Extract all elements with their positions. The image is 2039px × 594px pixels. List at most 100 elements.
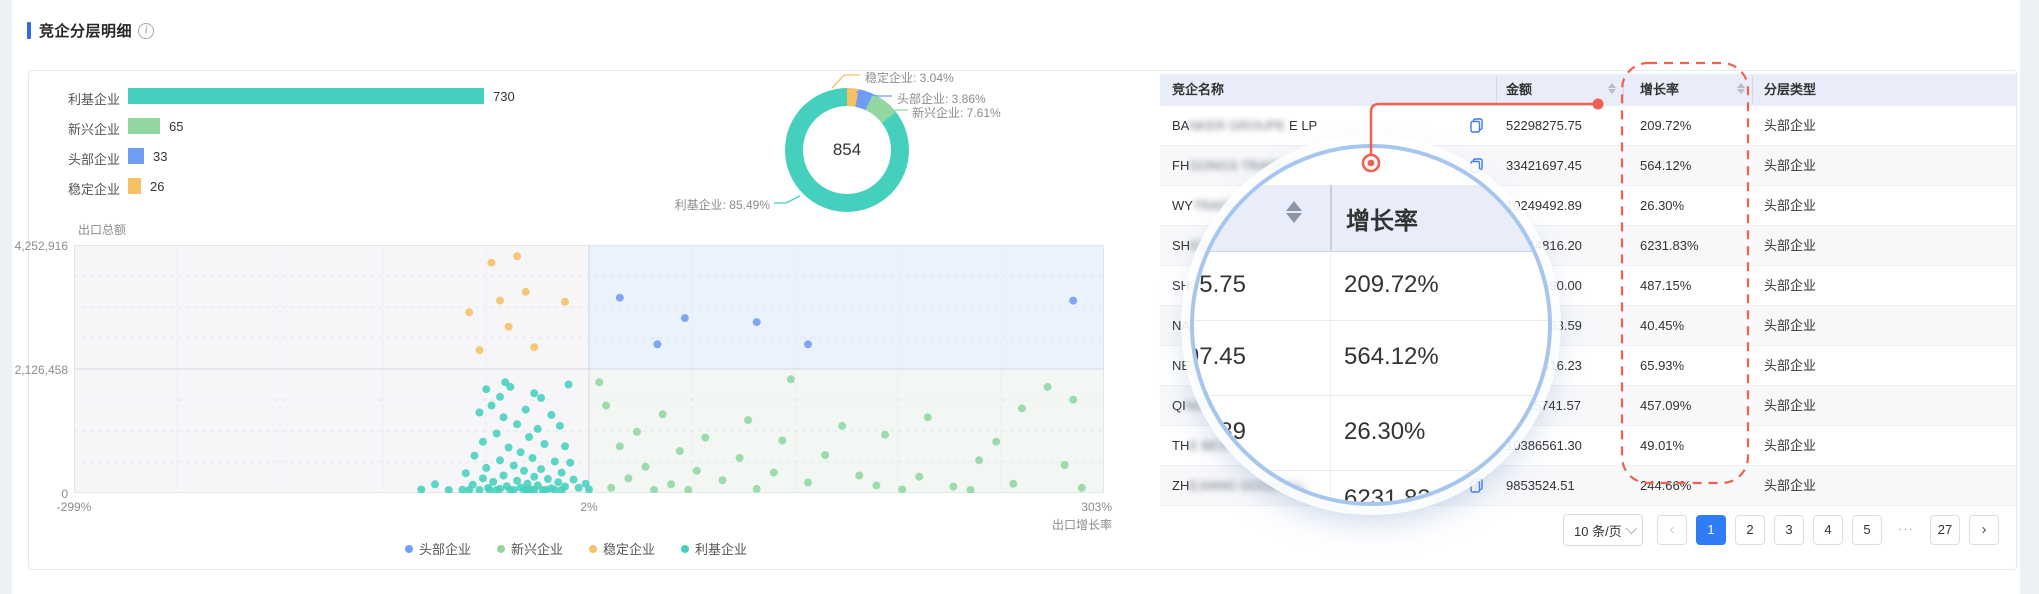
- page-title: 竞企分层明细: [39, 23, 133, 40]
- column-header[interactable]: 增长率: [1640, 74, 1679, 106]
- scatter-point: [632, 427, 641, 436]
- scatter-point: [461, 469, 470, 478]
- bar-category-label: 头部企业: [67, 152, 120, 167]
- cell-tier-type: 头部企业: [1764, 358, 1817, 373]
- table-header: 竞企名称 金额 增长率 分层类型: [1160, 74, 2016, 106]
- name-text: FH: [1172, 158, 1190, 173]
- legend-item[interactable]: 利基企业: [681, 539, 747, 558]
- lens-sort-icon: [1286, 201, 1302, 223]
- cell-growth: 26.30%: [1640, 198, 1685, 213]
- lens-amount-value: 97.45: [1190, 343, 1246, 370]
- scatter-point: [1077, 483, 1086, 492]
- name-text: QI: [1172, 398, 1186, 413]
- scatter-point: [1060, 461, 1069, 469]
- lens-amount-value: 75.75: [1190, 271, 1246, 298]
- scatter-point: [504, 443, 513, 452]
- legend-item[interactable]: 新兴企业: [497, 539, 563, 558]
- bar-row: 利基企业 730: [68, 88, 548, 107]
- scatter-point: [530, 343, 539, 352]
- page-button[interactable]: 4: [1813, 515, 1843, 545]
- page-button-last[interactable]: 27: [1930, 515, 1960, 545]
- lens-header-divider: [1330, 185, 1332, 251]
- cell-tier-type: 头部企业: [1764, 278, 1817, 293]
- scatter-point: [786, 375, 795, 384]
- column-header[interactable]: 分层类型: [1764, 74, 1816, 106]
- scatter-point: [530, 389, 539, 398]
- donut-slice-label: 稳定企业: 3.04%: [865, 71, 954, 85]
- scatter-point: [496, 456, 504, 465]
- name-text: WY: [1172, 198, 1193, 213]
- scatter-point: [923, 413, 932, 422]
- scatter-point: [561, 442, 569, 451]
- scatter-point: [537, 393, 546, 402]
- section-title-row: 竞企分层明细 i: [27, 20, 155, 41]
- scatter-point: [752, 484, 761, 493]
- legend-label: 新兴企业: [511, 542, 564, 557]
- scatter-point: [804, 478, 812, 487]
- sort-up-caret: [1737, 83, 1745, 88]
- page-button[interactable]: 2: [1735, 515, 1765, 545]
- scatter-point: [540, 440, 549, 448]
- page-size-select[interactable]: 10 条/页: [1563, 514, 1643, 546]
- lens-blurred-name: [1204, 484, 1304, 500]
- name-text: SH: [1172, 278, 1191, 293]
- scatter-point: [680, 314, 689, 323]
- scatter-point: [769, 468, 778, 477]
- scatter-x-tick-max: 303%: [1081, 500, 1112, 514]
- sort-down-caret: [1737, 89, 1745, 94]
- bar-value-label: 26: [150, 179, 165, 194]
- next-page-button[interactable]: ›: [1969, 515, 1999, 545]
- cell-tier-type: 头部企业: [1764, 318, 1817, 333]
- cell-tier-type: 头部企业: [1764, 238, 1817, 253]
- copy-icon[interactable]: [1470, 478, 1483, 493]
- cell-amount: 9853524.51: [1506, 478, 1575, 493]
- scatter-y-tick-zero: 0: [61, 487, 68, 501]
- sort-icon[interactable]: [1737, 83, 1745, 94]
- page-button[interactable]: 5: [1852, 515, 1882, 545]
- cell-growth: 457.09%: [1640, 398, 1692, 413]
- donut-slice-label: 利基企业: 85.49%: [674, 198, 770, 212]
- scatter-point: [555, 421, 564, 430]
- column-header[interactable]: 竞企名称: [1172, 74, 1224, 106]
- legend-item[interactable]: 稳定企业: [589, 539, 655, 558]
- scatter-point: [499, 471, 508, 480]
- legend-label: 稳定企业: [603, 542, 656, 557]
- scatter-point: [482, 463, 491, 472]
- scatter-x-axis-name: 出口增长率: [1051, 518, 1112, 532]
- scatter-point: [752, 318, 761, 327]
- scatter-point: [537, 465, 546, 474]
- prev-page-button[interactable]: ‹: [1657, 515, 1687, 545]
- scatter-point: [496, 296, 504, 305]
- scatter-point: [516, 448, 525, 457]
- legend-item[interactable]: 头部企业: [405, 539, 471, 558]
- table-row[interactable]: BANKER GROUPE E LP 52298275.75 209.72% 头部企业: [1160, 106, 2016, 146]
- copy-icon[interactable]: [1470, 158, 1483, 173]
- scatter-point: [949, 482, 958, 491]
- scatter-point: [641, 462, 650, 471]
- right-gutter: [2020, 0, 2039, 594]
- scatter-point: [615, 293, 624, 302]
- scatter-point: [492, 429, 501, 438]
- scatter-point: [564, 380, 573, 389]
- scatter-point: [499, 413, 508, 422]
- page-button[interactable]: 1: [1696, 515, 1726, 545]
- scatter-point: [992, 437, 1001, 446]
- scatter-point: [487, 258, 496, 267]
- column-header[interactable]: 金额: [1506, 74, 1532, 106]
- bar-category-label: 新兴企业: [67, 122, 120, 137]
- sort-icon[interactable]: [1608, 83, 1616, 94]
- cell-growth: 564.12%: [1640, 158, 1692, 173]
- page-button[interactable]: 3: [1774, 515, 1804, 545]
- cell-tier-type: 头部企业: [1764, 398, 1817, 413]
- scatter-point: [557, 468, 566, 477]
- scatter-point: [804, 340, 812, 349]
- scatter-point: [547, 410, 556, 419]
- cell-growth: 244.66%: [1640, 478, 1692, 493]
- scatter-point: [624, 474, 633, 483]
- info-icon[interactable]: i: [138, 22, 155, 39]
- cell-amount: 33421697.45: [1506, 158, 1582, 173]
- donut-center-total: 854: [803, 106, 891, 194]
- scatter-point: [595, 378, 604, 387]
- copy-icon[interactable]: [1470, 118, 1483, 133]
- legend-dot-icon: [405, 544, 413, 553]
